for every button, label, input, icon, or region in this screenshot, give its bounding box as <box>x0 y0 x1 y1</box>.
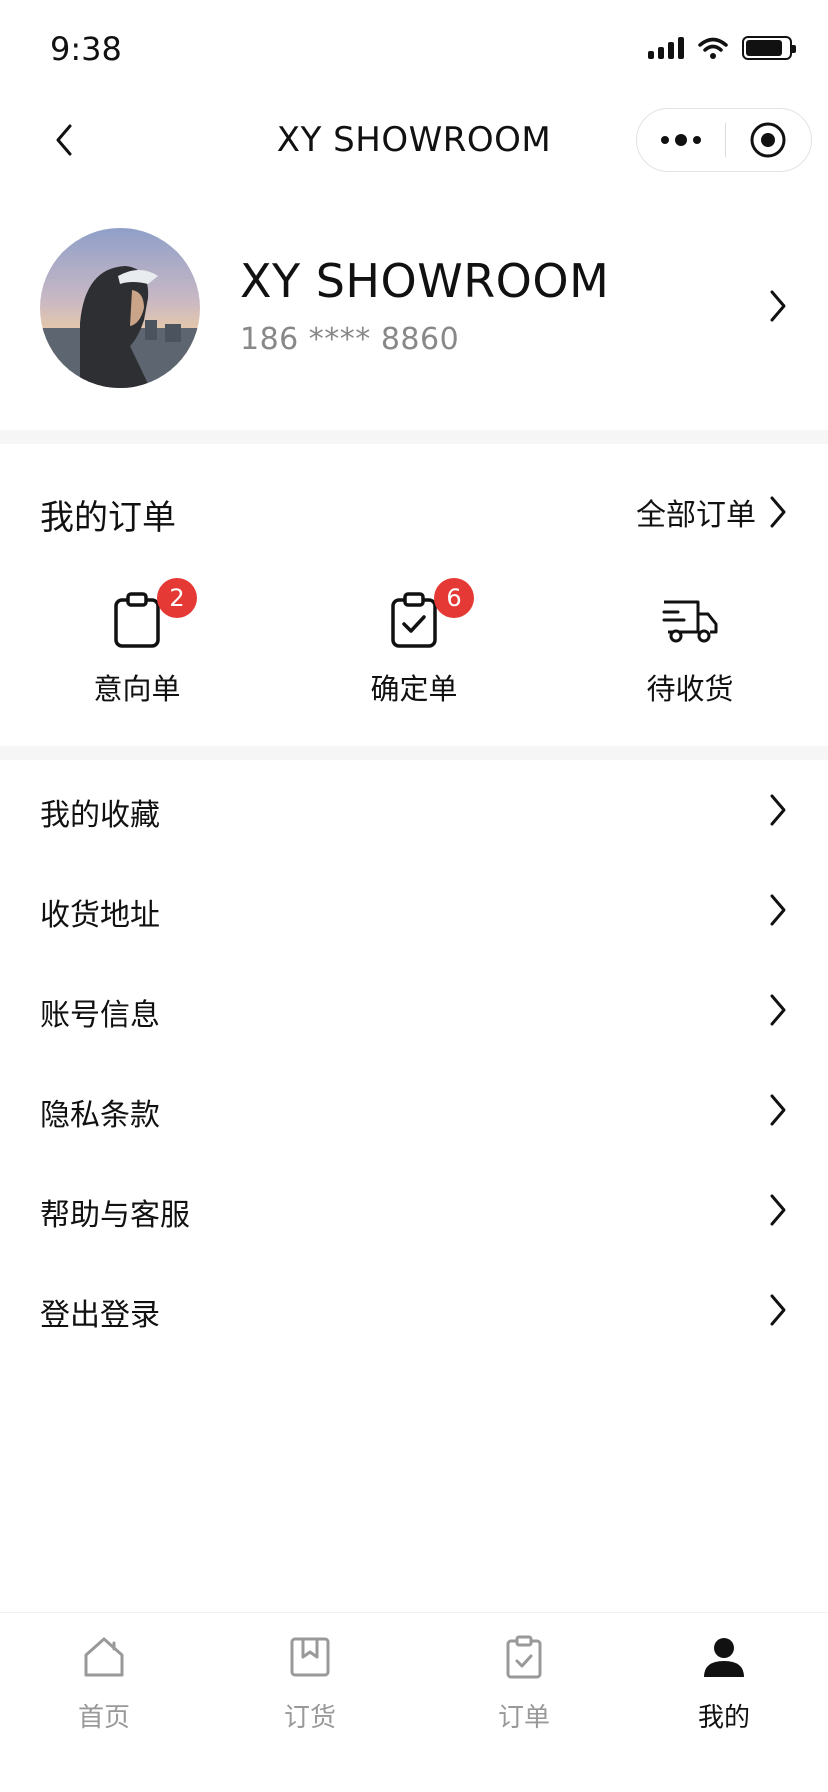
menu-item-help-support[interactable]: 帮助与客服 <box>0 1160 828 1260</box>
chevron-right-icon <box>770 1294 786 1326</box>
wifi-icon <box>698 37 728 59</box>
chevron-right-icon <box>770 496 786 528</box>
settings-menu: 我的收藏 收货地址 账号信息 隐私条款 帮助与客服 登出登录 <box>0 760 828 1360</box>
bookmark-icon <box>290 1637 330 1677</box>
tab-label: 首页 <box>77 1703 130 1733</box>
order-label: 待收货 <box>646 672 734 706</box>
mini-program-capsule <box>636 108 812 172</box>
menu-item-shipping-address[interactable]: 收货地址 <box>0 860 828 960</box>
truck-icon <box>660 590 720 650</box>
signal-icon <box>648 37 684 59</box>
chevron-right-icon <box>770 1194 786 1226</box>
profile-card[interactable]: XY SHOWROOM 186 **** 8860 <box>0 210 828 430</box>
menu-item-label: 帮助与客服 <box>40 1198 190 1233</box>
chevron-right-icon <box>770 794 786 826</box>
order-count-badge: 6 <box>434 578 474 618</box>
target-icon <box>750 122 786 158</box>
orders-section: 我的订单 全部订单 2 意向单 6 确定单 待收货 <box>0 444 828 746</box>
more-dots-icon <box>660 134 701 146</box>
user-icon <box>704 1638 744 1677</box>
section-divider <box>0 430 828 444</box>
order-pending-delivery-item[interactable]: 待收货 <box>600 590 780 708</box>
order-confirmed-item[interactable]: 6 确定单 <box>324 578 504 708</box>
battery-icon <box>742 36 796 60</box>
order-label: 确定单 <box>370 672 458 706</box>
tab-orders[interactable]: 订单 <box>444 1633 604 1734</box>
status-bar: 9:38 <box>0 0 828 100</box>
tab-label: 我的 <box>697 1703 750 1733</box>
profile-name: XY SHOWROOM <box>240 254 610 308</box>
tab-bar: 首页 订货 订单 我的 <box>0 1612 828 1792</box>
all-orders-label: 全部订单 <box>636 498 756 533</box>
home-icon <box>84 1637 124 1677</box>
menu-item-privacy-terms[interactable]: 隐私条款 <box>0 1060 828 1160</box>
status-icons <box>648 36 796 60</box>
order-label: 意向单 <box>93 672 181 706</box>
chevron-right-icon <box>770 1094 786 1126</box>
menu-item-label: 隐私条款 <box>40 1098 160 1133</box>
status-time: 9:38 <box>50 30 122 68</box>
section-divider <box>0 746 828 760</box>
tab-me[interactable]: 我的 <box>644 1633 804 1734</box>
tab-order-goods[interactable]: 订货 <box>230 1633 390 1734</box>
orders-title: 我的订单 <box>40 498 176 538</box>
close-mini-program-button[interactable] <box>726 108 812 172</box>
avatar[interactable] <box>40 228 200 388</box>
nav-bar: XY SHOWROOM <box>0 100 828 190</box>
menu-item-label: 账号信息 <box>40 998 160 1033</box>
order-count-badge: 2 <box>157 578 197 618</box>
menu-item-account-info[interactable]: 账号信息 <box>0 960 828 1060</box>
clipboard-check-icon <box>506 1635 542 1679</box>
all-orders-link[interactable]: 全部订单 <box>636 490 788 534</box>
more-button[interactable] <box>637 108 725 172</box>
menu-item-label: 我的收藏 <box>40 798 160 833</box>
tab-label: 订单 <box>497 1703 550 1733</box>
profile-page: 9:38 XY SHOWROOM XY SHOWROOM 186 **** 88… <box>0 0 828 1792</box>
chevron-right-icon <box>770 290 786 322</box>
menu-item-label: 登出登录 <box>40 1298 160 1333</box>
menu-item-logout[interactable]: 登出登录 <box>0 1260 828 1360</box>
menu-item-favorites[interactable]: 我的收藏 <box>0 760 828 860</box>
clipboard-icon: 2 <box>107 578 197 650</box>
chevron-right-icon <box>770 894 786 926</box>
clipboard-check-icon: 6 <box>384 578 474 650</box>
profile-phone: 186 **** 8860 <box>240 322 460 357</box>
chevron-right-icon <box>770 994 786 1026</box>
tab-home[interactable]: 首页 <box>24 1633 184 1734</box>
menu-item-label: 收货地址 <box>40 898 160 933</box>
order-intent-item[interactable]: 2 意向单 <box>47 578 227 708</box>
tab-label: 订货 <box>283 1703 336 1733</box>
